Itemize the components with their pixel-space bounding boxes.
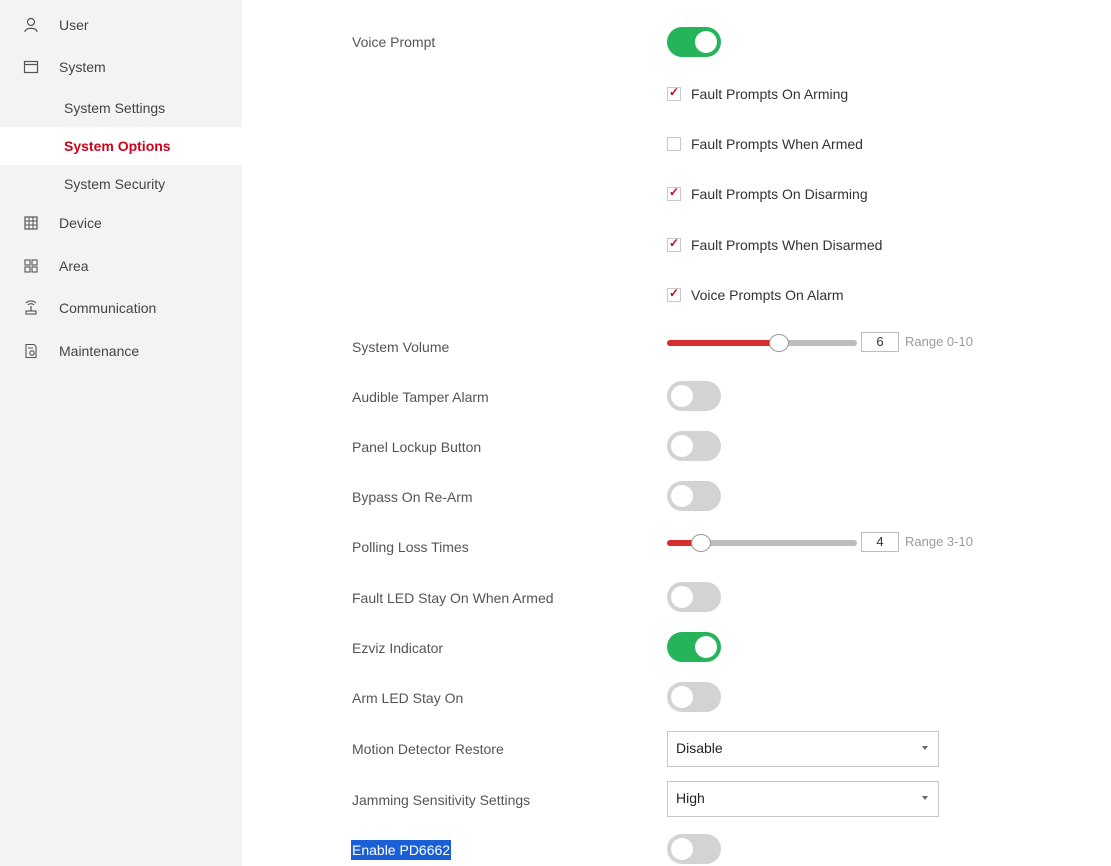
check-icon: ✓ [669,286,680,300]
caret-down-icon [922,746,928,750]
check-icon: ✓ [669,185,680,199]
toggle-knob [695,31,717,53]
fault-led-stay-on-label: Fault LED Stay On When Armed [352,590,554,606]
option-label: Voice Prompts On Alarm [691,287,844,303]
audible-tamper-alarm-label: Audible Tamper Alarm [352,389,489,405]
sidebar-subitem-system-security[interactable]: System Security [0,165,242,203]
voice-prompts-on-alarm-checkbox[interactable]: ✓ [667,286,681,302]
sidebar-item-label: Maintenance [59,343,140,359]
system-volume-range: Range 0-10 [905,334,973,349]
check-icon: ✓ [669,236,680,250]
sidebar-item-communication[interactable]: Communication [0,290,242,326]
panel-lockup-button-toggle[interactable] [667,431,721,461]
jamming-sensitivity-select[interactable]: High [667,781,939,817]
fault-prompts-when-armed-checkbox[interactable] [667,137,681,151]
polling-loss-times-input[interactable]: 4 [861,532,899,552]
toggle-knob [671,485,693,507]
fault-prompts-on-arming-checkbox[interactable]: ✓ [667,85,681,101]
polling-loss-times-range: Range 3-10 [905,534,973,549]
sidebar: User System System Settings System Optio… [0,0,242,866]
device-icon [22,214,40,232]
system-volume-label: System Volume [352,339,450,355]
voice-prompt-label: Voice Prompt [352,34,436,50]
voice-prompt-toggle[interactable] [667,27,721,57]
sidebar-item-label: Communication [59,300,157,316]
sidebar-item-device[interactable]: Device [0,205,242,241]
user-icon [22,16,40,34]
ezviz-indicator-label: Ezviz Indicator [352,640,444,656]
slider-thumb[interactable] [769,334,789,352]
fault-led-stay-on-toggle[interactable] [667,582,721,612]
ezviz-indicator-toggle[interactable] [667,632,721,662]
toggle-knob [671,838,693,860]
polling-loss-times-label: Polling Loss Times [352,539,469,555]
enable-pd6662-toggle[interactable] [667,834,721,864]
sidebar-subitem-label: System Security [64,176,166,192]
antenna-icon [22,299,40,317]
select-value: Disable [676,740,723,756]
fault-prompts-when-disarmed-option[interactable]: ✓ Fault Prompts When Disarmed [667,235,882,255]
panel-lockup-button-label: Panel Lockup Button [352,439,482,455]
fault-prompts-on-disarming-option[interactable]: ✓ Fault Prompts On Disarming [667,184,868,204]
bypass-on-rearm-label: Bypass On Re-Arm [352,489,473,505]
grid-icon [22,257,40,275]
toggle-knob [671,385,693,407]
fault-prompts-when-armed-option[interactable]: Fault Prompts When Armed [667,134,863,154]
sidebar-item-label: Area [59,258,89,274]
voice-prompts-on-alarm-option[interactable]: ✓ Voice Prompts On Alarm [667,285,844,305]
system-volume-input[interactable]: 6 [861,332,899,352]
caret-down-icon [922,796,928,800]
option-label: Fault Prompts When Disarmed [691,237,883,253]
sidebar-item-label: User [59,17,89,33]
sidebar-item-label: Device [59,215,102,231]
sidebar-item-system[interactable]: System [0,49,242,85]
option-label: Fault Prompts On Disarming [691,186,868,202]
sidebar-item-user[interactable]: User [0,7,242,43]
check-icon: ✓ [669,85,680,99]
sidebar-item-label: System [59,59,106,75]
option-label: Fault Prompts When Armed [691,136,863,152]
motion-detector-restore-select[interactable]: Disable [667,731,939,767]
toggle-knob [695,636,717,658]
toggle-knob [671,686,693,708]
motion-detector-restore-label: Motion Detector Restore [352,741,504,757]
sidebar-subitem-system-options[interactable]: System Options [0,127,242,165]
fault-prompts-on-arming-option[interactable]: ✓ Fault Prompts On Arming [667,84,848,104]
fault-prompts-when-disarmed-checkbox[interactable]: ✓ [667,236,681,252]
window-icon [22,58,40,76]
enable-pd6662-label: Enable PD6662 [351,840,452,860]
toggle-knob [671,435,693,457]
sidebar-item-area[interactable]: Area [0,248,242,284]
arm-led-stay-on-label: Arm LED Stay On [352,690,464,706]
slider-thumb[interactable] [691,534,711,552]
maintenance-icon [22,342,40,360]
settings-panel: Voice Prompt ✓ Fault Prompts On Arming F… [242,0,1111,866]
arm-led-stay-on-toggle[interactable] [667,682,721,712]
bypass-on-rearm-toggle[interactable] [667,481,721,511]
select-value: High [676,790,705,806]
polling-loss-times-slider[interactable] [667,533,857,553]
slider-fill [667,340,777,346]
jamming-sensitivity-label: Jamming Sensitivity Settings [352,792,531,808]
system-volume-slider[interactable] [667,333,857,353]
sidebar-subitem-label: System Options [64,138,171,154]
fault-prompts-on-disarming-checkbox[interactable]: ✓ [667,185,681,201]
option-label: Fault Prompts On Arming [691,86,849,102]
audible-tamper-alarm-toggle[interactable] [667,381,721,411]
sidebar-item-maintenance[interactable]: Maintenance [0,333,242,369]
toggle-knob [671,586,693,608]
sidebar-subitem-system-settings[interactable]: System Settings [0,89,242,127]
sidebar-subitem-label: System Settings [64,100,166,116]
